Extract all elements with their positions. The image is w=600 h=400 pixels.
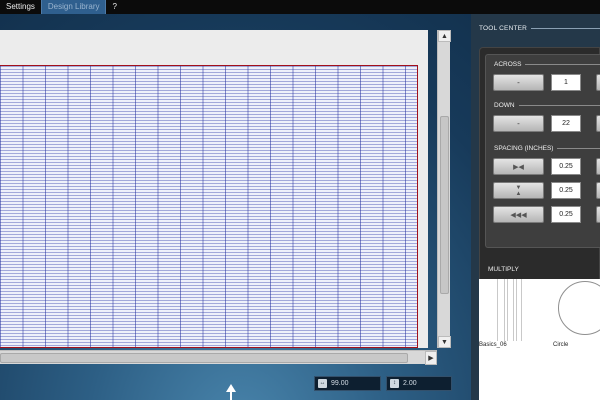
tool-center-title: TOOL CENTER [479, 25, 528, 32]
tool-center-controls: ACROSS - 1 DOWN - 22 SPACING (INCHES) ▶◀ [485, 54, 600, 248]
menu-help[interactable]: ? [106, 0, 122, 14]
horizontal-scrollbar[interactable]: ▶ [0, 350, 437, 365]
library-item-label: Basics_06 [479, 342, 507, 348]
divider [518, 105, 600, 106]
down-decrease-button[interactable]: - [493, 115, 544, 132]
nudge-left-icon: ◀◀◀ [510, 212, 527, 219]
library-item-basics-06[interactable] [479, 279, 551, 341]
menu-settings[interactable]: Settings [0, 0, 41, 14]
down-increase-button[interactable] [596, 115, 600, 132]
vertical-resize-icon: ↕ [390, 379, 399, 388]
vertical-scroll-thumb[interactable] [440, 116, 449, 294]
nudge-more-button[interactable] [596, 206, 600, 223]
scroll-up-arrow-icon[interactable]: ▲ [438, 30, 451, 42]
horizontal-spacing-icon: ▶◀ [513, 164, 524, 171]
shape-preview [507, 279, 514, 341]
tool-center-header: TOOL CENTER [479, 25, 600, 32]
multiply-label: MULTIPLY [488, 266, 519, 273]
design-library-thumbnails: Basics_06 Circle [479, 279, 600, 400]
pointer-marker-icon [226, 384, 236, 400]
shape-preview [516, 279, 522, 341]
nudge-left-button[interactable]: ◀◀◀ [493, 206, 544, 223]
design-canvas-area: ▲ ▼ ▶ [0, 30, 451, 365]
spacing-label: SPACING (INCHES) [494, 145, 554, 152]
width-readout-value: 99.00 [331, 380, 349, 387]
spacing-section: SPACING (INCHES) [494, 145, 600, 152]
down-section: DOWN [494, 102, 600, 109]
library-item-circle[interactable] [558, 281, 600, 335]
divider [525, 64, 600, 65]
vertical-spacing-icon: ▼ ▲ [515, 185, 522, 197]
across-value-field[interactable]: 1 [551, 74, 581, 91]
down-value-field[interactable]: 22 [551, 115, 581, 132]
across-decrease-button[interactable]: - [493, 74, 544, 91]
width-readout[interactable]: ↔ 99.00 [314, 376, 381, 391]
divider [531, 28, 600, 29]
down-label: DOWN [494, 102, 515, 109]
vertical-scrollbar[interactable]: ▲ ▼ [437, 30, 451, 348]
across-section: ACROSS [494, 61, 600, 68]
multiplied-grid-design[interactable] [0, 65, 418, 348]
vertical-spacing-button[interactable]: ▼ ▲ [493, 182, 544, 199]
menu-bar: Settings Design Library ? [0, 0, 600, 14]
horizontal-scroll-thumb[interactable] [0, 353, 408, 363]
scroll-right-arrow-icon[interactable]: ▶ [425, 351, 437, 365]
nudge-spacing-field[interactable]: 0.25 [551, 206, 581, 223]
height-readout[interactable]: ↕ 2.00 [386, 376, 452, 391]
across-increase-button[interactable] [596, 74, 600, 91]
horizontal-spacing-field[interactable]: 0.25 [551, 158, 581, 175]
horizontal-resize-icon: ↔ [318, 379, 327, 388]
across-label: ACROSS [494, 61, 522, 68]
vertical-spacing-more-button[interactable] [596, 182, 600, 199]
scroll-down-arrow-icon[interactable]: ▼ [438, 336, 451, 348]
horizontal-spacing-button[interactable]: ▶◀ [493, 158, 544, 175]
divider [557, 148, 600, 149]
design-canvas[interactable] [0, 30, 428, 348]
height-readout-value: 2.00 [403, 380, 417, 387]
library-item-label: Circle [553, 342, 569, 348]
vertical-spacing-field[interactable]: 0.25 [551, 182, 581, 199]
menu-design-library[interactable]: Design Library [40, 0, 107, 14]
tool-center-box: ACROSS - 1 DOWN - 22 SPACING (INCHES) ▶◀ [479, 47, 600, 283]
horizontal-spacing-more-button[interactable] [596, 158, 600, 175]
shape-preview [497, 279, 505, 341]
